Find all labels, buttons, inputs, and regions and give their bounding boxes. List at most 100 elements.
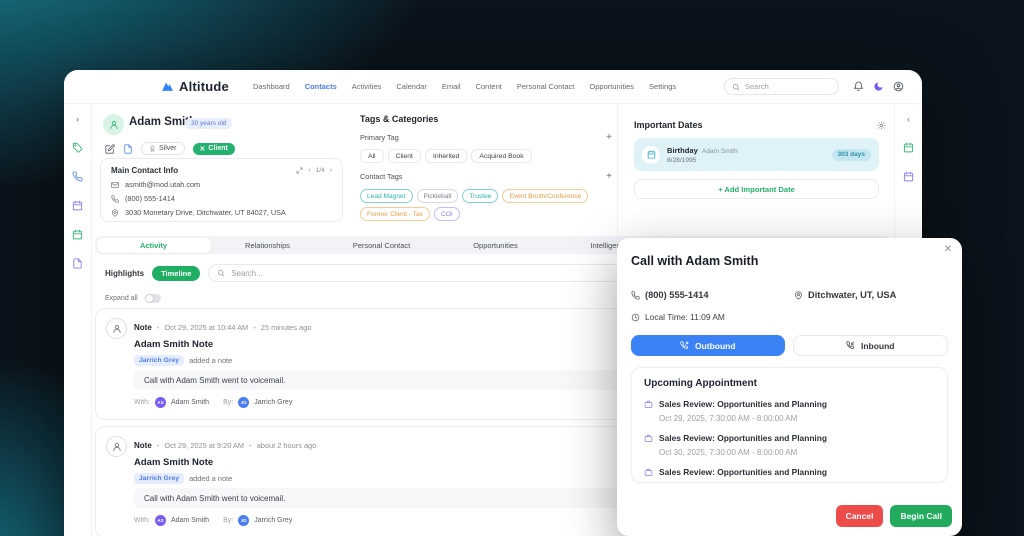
date-type: Birthday bbox=[667, 145, 698, 155]
calendar-icon[interactable] bbox=[903, 171, 914, 182]
note-author-badge[interactable]: Jarrich Grey bbox=[134, 355, 185, 366]
tag-chip[interactable]: Lead Magnet bbox=[360, 189, 413, 203]
contact-email-row: asmith@mod.utah.com bbox=[111, 180, 332, 189]
rail-expand-chevron-right-icon[interactable]: › bbox=[76, 114, 79, 124]
timeline-toggle[interactable]: Timeline bbox=[152, 265, 201, 281]
briefcase-icon bbox=[644, 468, 653, 477]
note-author-badge[interactable]: Jarrich Grey bbox=[134, 473, 185, 484]
calendar-icon[interactable] bbox=[903, 142, 914, 153]
tag-chip[interactable]: Former Client - Tax bbox=[360, 207, 430, 221]
brand-logo[interactable]: Altitude bbox=[160, 79, 229, 94]
contact-email: asmith@mod.utah.com bbox=[125, 180, 201, 189]
note-type: Note bbox=[134, 441, 152, 450]
prev-page-chevron-icon[interactable]: ‹ bbox=[308, 167, 310, 174]
user-profile-icon[interactable] bbox=[893, 81, 904, 92]
filter-acquired-book[interactable]: Acquired Book bbox=[471, 149, 532, 163]
expand-all-row: Expand all bbox=[105, 294, 161, 303]
contact-address-row: 3030 Monetary Drive, Ditchwater, UT 8402… bbox=[111, 208, 332, 217]
medal-icon bbox=[149, 145, 156, 152]
page-indicator: 1/4 bbox=[315, 167, 325, 174]
contact-tag-list: Lead Magnet Pickleball Trustee Event Boo… bbox=[360, 189, 620, 221]
avatar: JG bbox=[238, 515, 250, 526]
tag-chip[interactable]: Pickleball bbox=[416, 189, 459, 203]
appointment-item[interactable]: Sales Review: Opportunities and Planning… bbox=[644, 399, 935, 423]
file-icon[interactable] bbox=[72, 258, 83, 269]
nav-email[interactable]: Email bbox=[442, 82, 461, 91]
nav-activities[interactable]: Activities bbox=[352, 82, 382, 91]
appointment-time: Oct 30, 2025, 7:30:00 AM - 8:00:00 AM bbox=[659, 448, 798, 457]
edit-icon[interactable] bbox=[105, 144, 115, 154]
add-primary-tag-plus-icon[interactable]: + bbox=[606, 132, 612, 142]
appointment-item[interactable]: Sales Review: Opportunities and Planning… bbox=[644, 433, 935, 457]
nav-content[interactable]: Content bbox=[476, 82, 502, 91]
appointment-title: Sales Review: Opportunities and Planning bbox=[659, 399, 827, 409]
global-search-input[interactable]: Search bbox=[724, 78, 839, 95]
appointment-title: Sales Review: Opportunities and Planning bbox=[659, 467, 827, 477]
nav-personal-contact[interactable]: Personal Contact bbox=[517, 82, 575, 91]
appointment-time: Oct 29, 2025, 7:30:00 AM - 8:00:00 AM bbox=[659, 414, 798, 423]
filter-all[interactable]: All bbox=[360, 149, 384, 163]
dark-mode-moon-icon[interactable] bbox=[873, 81, 884, 92]
rail-collapse-chevron-left-icon[interactable]: ‹ bbox=[907, 114, 910, 124]
nav-contacts[interactable]: Contacts bbox=[305, 82, 337, 91]
date-person: Adam Smith bbox=[701, 147, 738, 155]
tab-personal-contact[interactable]: Personal Contact bbox=[325, 238, 439, 253]
close-icon[interactable]: ✕ bbox=[944, 244, 952, 255]
document-icon[interactable] bbox=[123, 144, 133, 154]
nav-calendar[interactable]: Calendar bbox=[396, 82, 426, 91]
status-badge[interactable]: ✕ Client bbox=[192, 142, 235, 155]
remove-icon[interactable]: ✕ bbox=[200, 145, 206, 153]
global-search-placeholder: Search bbox=[745, 82, 769, 91]
note-relative-time: about 2 hours ago bbox=[244, 441, 317, 450]
next-page-chevron-icon[interactable]: › bbox=[330, 167, 332, 174]
tags-section-title: Tags & Categories bbox=[360, 114, 439, 124]
nav-dashboard[interactable]: Dashboard bbox=[253, 82, 290, 91]
location-pin-icon bbox=[111, 209, 119, 217]
calendar-icon[interactable] bbox=[72, 229, 83, 240]
tag-chip[interactable]: COI bbox=[433, 207, 460, 221]
tab-opportunities[interactable]: Opportunities bbox=[439, 238, 553, 253]
tag-chip[interactable]: Event Booth/Conference bbox=[502, 189, 589, 203]
important-dates-section: Important Dates Birthday Adam Smith 8/28… bbox=[617, 104, 894, 232]
note-participants: With: AS Adam Smith By: JG Jarrich Grey bbox=[134, 397, 293, 408]
main-contact-info-card: Main Contact Info ‹ 1/4 › asmith@mod.uta… bbox=[100, 158, 343, 222]
calendar-icon[interactable] bbox=[72, 200, 83, 211]
note-participants: With: AS Adam Smith By: JG Jarrich Grey bbox=[134, 515, 293, 526]
local-time: Local Time: 11:09 AM bbox=[645, 312, 725, 322]
important-dates-title: Important Dates bbox=[634, 120, 703, 130]
contact-phone: (800) 555-1414 bbox=[125, 194, 175, 203]
nav-opportunities[interactable]: Opportunities bbox=[589, 82, 634, 91]
tag-filters: All Client Inherited Acquired Book bbox=[360, 149, 612, 163]
filter-inherited[interactable]: Inherited bbox=[424, 149, 468, 163]
contact-avatar bbox=[103, 114, 124, 135]
desktop-background: Altitude Dashboard Contacts Activities C… bbox=[0, 0, 1024, 536]
begin-call-button[interactable]: Begin Call bbox=[890, 505, 952, 527]
expand-all-toggle[interactable] bbox=[144, 294, 161, 303]
add-important-date-button[interactable]: + Add Important Date bbox=[634, 179, 879, 199]
tag-chip[interactable]: Trustee bbox=[462, 189, 499, 203]
tab-relationships[interactable]: Relationships bbox=[211, 238, 325, 253]
expand-icon[interactable] bbox=[296, 167, 303, 174]
brand-name: Altitude bbox=[179, 79, 229, 94]
highlights-toggle[interactable]: Highlights bbox=[105, 269, 144, 278]
add-contact-tag-plus-icon[interactable]: + bbox=[606, 171, 612, 181]
date-value: 8/28/1995 bbox=[667, 156, 697, 164]
person-icon bbox=[109, 120, 119, 130]
tab-activity[interactable]: Activity bbox=[96, 237, 211, 253]
call-phone-row: (800) 555-1414 bbox=[631, 290, 794, 300]
note-relative-time: 25 minutes ago bbox=[248, 323, 312, 332]
outbound-button[interactable]: Outbound bbox=[631, 335, 785, 356]
gear-icon[interactable] bbox=[877, 121, 886, 130]
notifications-bell-icon[interactable] bbox=[853, 81, 864, 92]
inbound-button[interactable]: Inbound bbox=[792, 335, 948, 356]
cancel-button[interactable]: Cancel bbox=[835, 505, 884, 527]
briefcase-icon bbox=[644, 400, 653, 409]
nav-settings[interactable]: Settings bbox=[649, 82, 676, 91]
filter-client[interactable]: Client bbox=[387, 149, 421, 163]
note-title: Adam Smith Note bbox=[134, 339, 214, 350]
tags-icon[interactable] bbox=[72, 142, 83, 153]
appointment-item[interactable]: Sales Review: Opportunities and Planning bbox=[644, 467, 935, 477]
tier-badge[interactable]: Silver bbox=[141, 142, 185, 155]
phone-icon[interactable] bbox=[72, 171, 83, 182]
birthday-entry[interactable]: Birthday Adam Smith 8/28/1995 303 days bbox=[634, 138, 879, 171]
